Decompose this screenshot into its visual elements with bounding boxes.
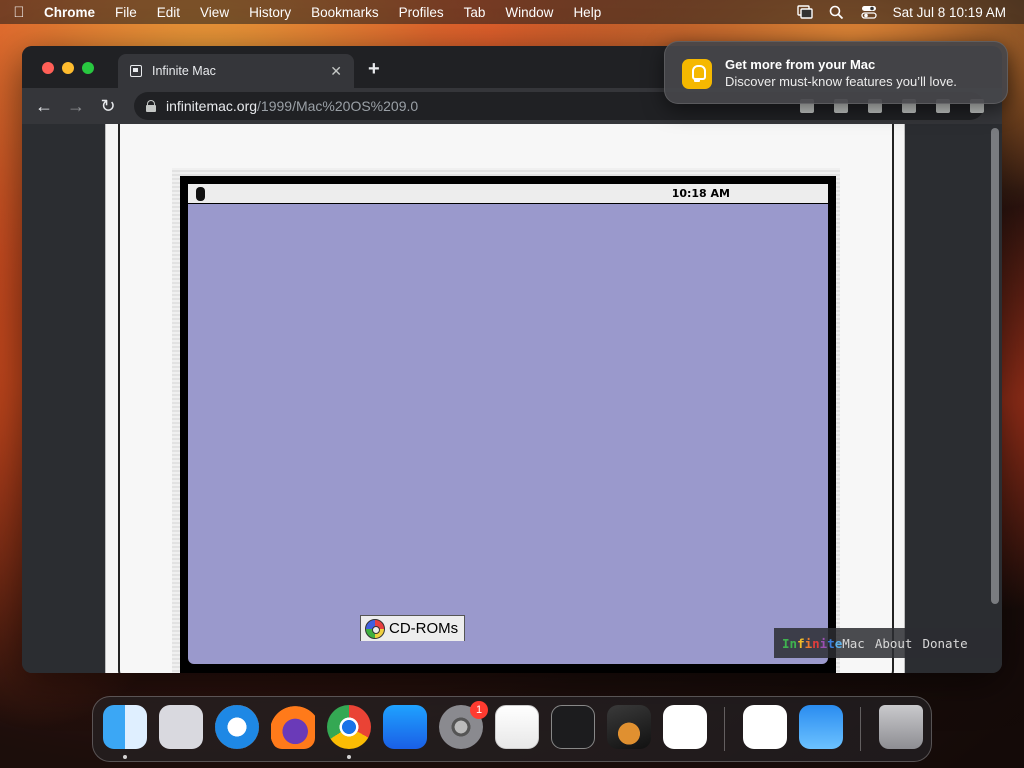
- chrome-window: Infinite Mac ✕ + ← → ↻ infinitemac.org /…: [22, 46, 1002, 673]
- minimize-window-button[interactable]: [62, 62, 74, 74]
- screen-mirroring-icon[interactable]: [796, 5, 813, 19]
- forward-arrow-icon[interactable]: →: [66, 96, 86, 116]
- garageband-icon[interactable]: [607, 705, 651, 749]
- menu-app-name[interactable]: Chrome: [38, 5, 105, 20]
- dock-separator-2: [860, 707, 861, 751]
- notification-body: Discover must-know features you’ll love.: [725, 74, 957, 89]
- menu-file[interactable]: File: [105, 5, 147, 20]
- menu-help[interactable]: Help: [563, 5, 611, 20]
- settings-badge: 1: [470, 701, 488, 719]
- close-window-button[interactable]: [42, 62, 54, 74]
- dock-separator: [724, 707, 725, 751]
- safari-icon[interactable]: [215, 705, 259, 749]
- page-content: 10:18 AM CD-ROMs InfiniteMac About Donat…: [22, 124, 1002, 673]
- tab-title: Infinite Mac: [152, 64, 216, 78]
- lightbulb-icon: [682, 59, 712, 89]
- monitor-outline: 10:18 AM: [118, 124, 894, 673]
- site-links: InfiniteMac About Donate: [774, 628, 1000, 658]
- textedit-icon[interactable]: [495, 705, 539, 749]
- launchpad-icon[interactable]: [159, 705, 203, 749]
- firefox-icon[interactable]: [271, 705, 315, 749]
- mac-os-9-desktop[interactable]: [188, 204, 828, 664]
- app-store-icon[interactable]: [383, 705, 427, 749]
- back-arrow-icon[interactable]: ←: [34, 96, 54, 116]
- menu-window[interactable]: Window: [495, 5, 563, 20]
- chrome-running-indicator: [347, 755, 351, 759]
- classic-mac-menu-bar: 10:18 AM: [188, 184, 828, 204]
- reload-icon[interactable]: ↻: [98, 96, 118, 116]
- menu-history[interactable]: History: [239, 5, 301, 20]
- menu-view[interactable]: View: [190, 5, 239, 20]
- donate-link[interactable]: Donate: [922, 636, 967, 651]
- finder-icon[interactable]: [103, 705, 147, 749]
- menu-tab[interactable]: Tab: [454, 5, 496, 20]
- finder-running-indicator: [123, 755, 127, 759]
- brand-letter: n: [789, 635, 798, 651]
- menu-edit[interactable]: Edit: [147, 5, 190, 20]
- about-link[interactable]: About: [875, 636, 913, 651]
- zoom-window-button[interactable]: [82, 62, 94, 74]
- lock-icon[interactable]: [146, 100, 156, 112]
- brand-letter: n: [812, 635, 820, 651]
- apple-menu-icon[interactable]: : [0, 4, 38, 21]
- menu-profiles[interactable]: Profiles: [389, 5, 454, 20]
- new-tab-icon[interactable]: +: [368, 58, 380, 81]
- terminal-icon[interactable]: [551, 705, 595, 749]
- close-tab-icon[interactable]: ✕: [330, 63, 342, 80]
- brand-letter: I: [782, 635, 790, 651]
- cdrom-icon: [365, 618, 385, 639]
- visual-studio-icon[interactable]: [743, 705, 787, 749]
- cdrom-label: CD-ROMs: [389, 620, 459, 637]
- cdrom-drawer-tab[interactable]: CD-ROMs: [360, 615, 466, 641]
- vscode-icon[interactable]: [663, 705, 707, 749]
- control-center-icon[interactable]: [861, 5, 877, 19]
- monitor-bezel: 10:18 AM: [172, 168, 840, 673]
- mac-favicon-icon: [130, 65, 142, 77]
- url-host: infinitemac.org: [166, 98, 258, 114]
- page-scrollbar[interactable]: [991, 128, 999, 604]
- chrome-icon[interactable]: [327, 705, 371, 749]
- spotlight-search-icon[interactable]: [829, 5, 845, 20]
- trash-icon[interactable]: [879, 705, 923, 749]
- menu-bar-clock[interactable]: Sat Jul 8 10:19 AM: [893, 5, 1006, 20]
- brand-letter: i: [804, 635, 813, 651]
- classic-mac-clock[interactable]: 10:18 AM: [672, 187, 730, 200]
- brand-letter: t: [827, 635, 835, 651]
- emulator-screen[interactable]: 10:18 AM: [180, 176, 836, 673]
- notification-title: Get more from your Mac: [725, 57, 876, 72]
- infinite-mac-link[interactable]: InfiniteMac: [782, 636, 865, 651]
- macos-menu-bar:  Chrome File Edit View History Bookmark…: [0, 0, 1024, 24]
- tips-notification[interactable]: Get more from your Mac Discover must-kno…: [664, 41, 1008, 104]
- url-path: /1999/Mac%20OS%209.0: [257, 98, 419, 114]
- classic-apple-menu-icon[interactable]: [196, 187, 205, 201]
- brand-suffix: Mac: [842, 635, 865, 651]
- brand-letter: f: [797, 635, 805, 651]
- weather-icon[interactable]: [799, 705, 843, 749]
- menu-bookmarks[interactable]: Bookmarks: [301, 5, 389, 20]
- tab-infinite-mac[interactable]: Infinite Mac ✕: [118, 54, 354, 88]
- mac-monitor-frame: 10:18 AM: [105, 124, 905, 673]
- dock: 1: [92, 696, 932, 762]
